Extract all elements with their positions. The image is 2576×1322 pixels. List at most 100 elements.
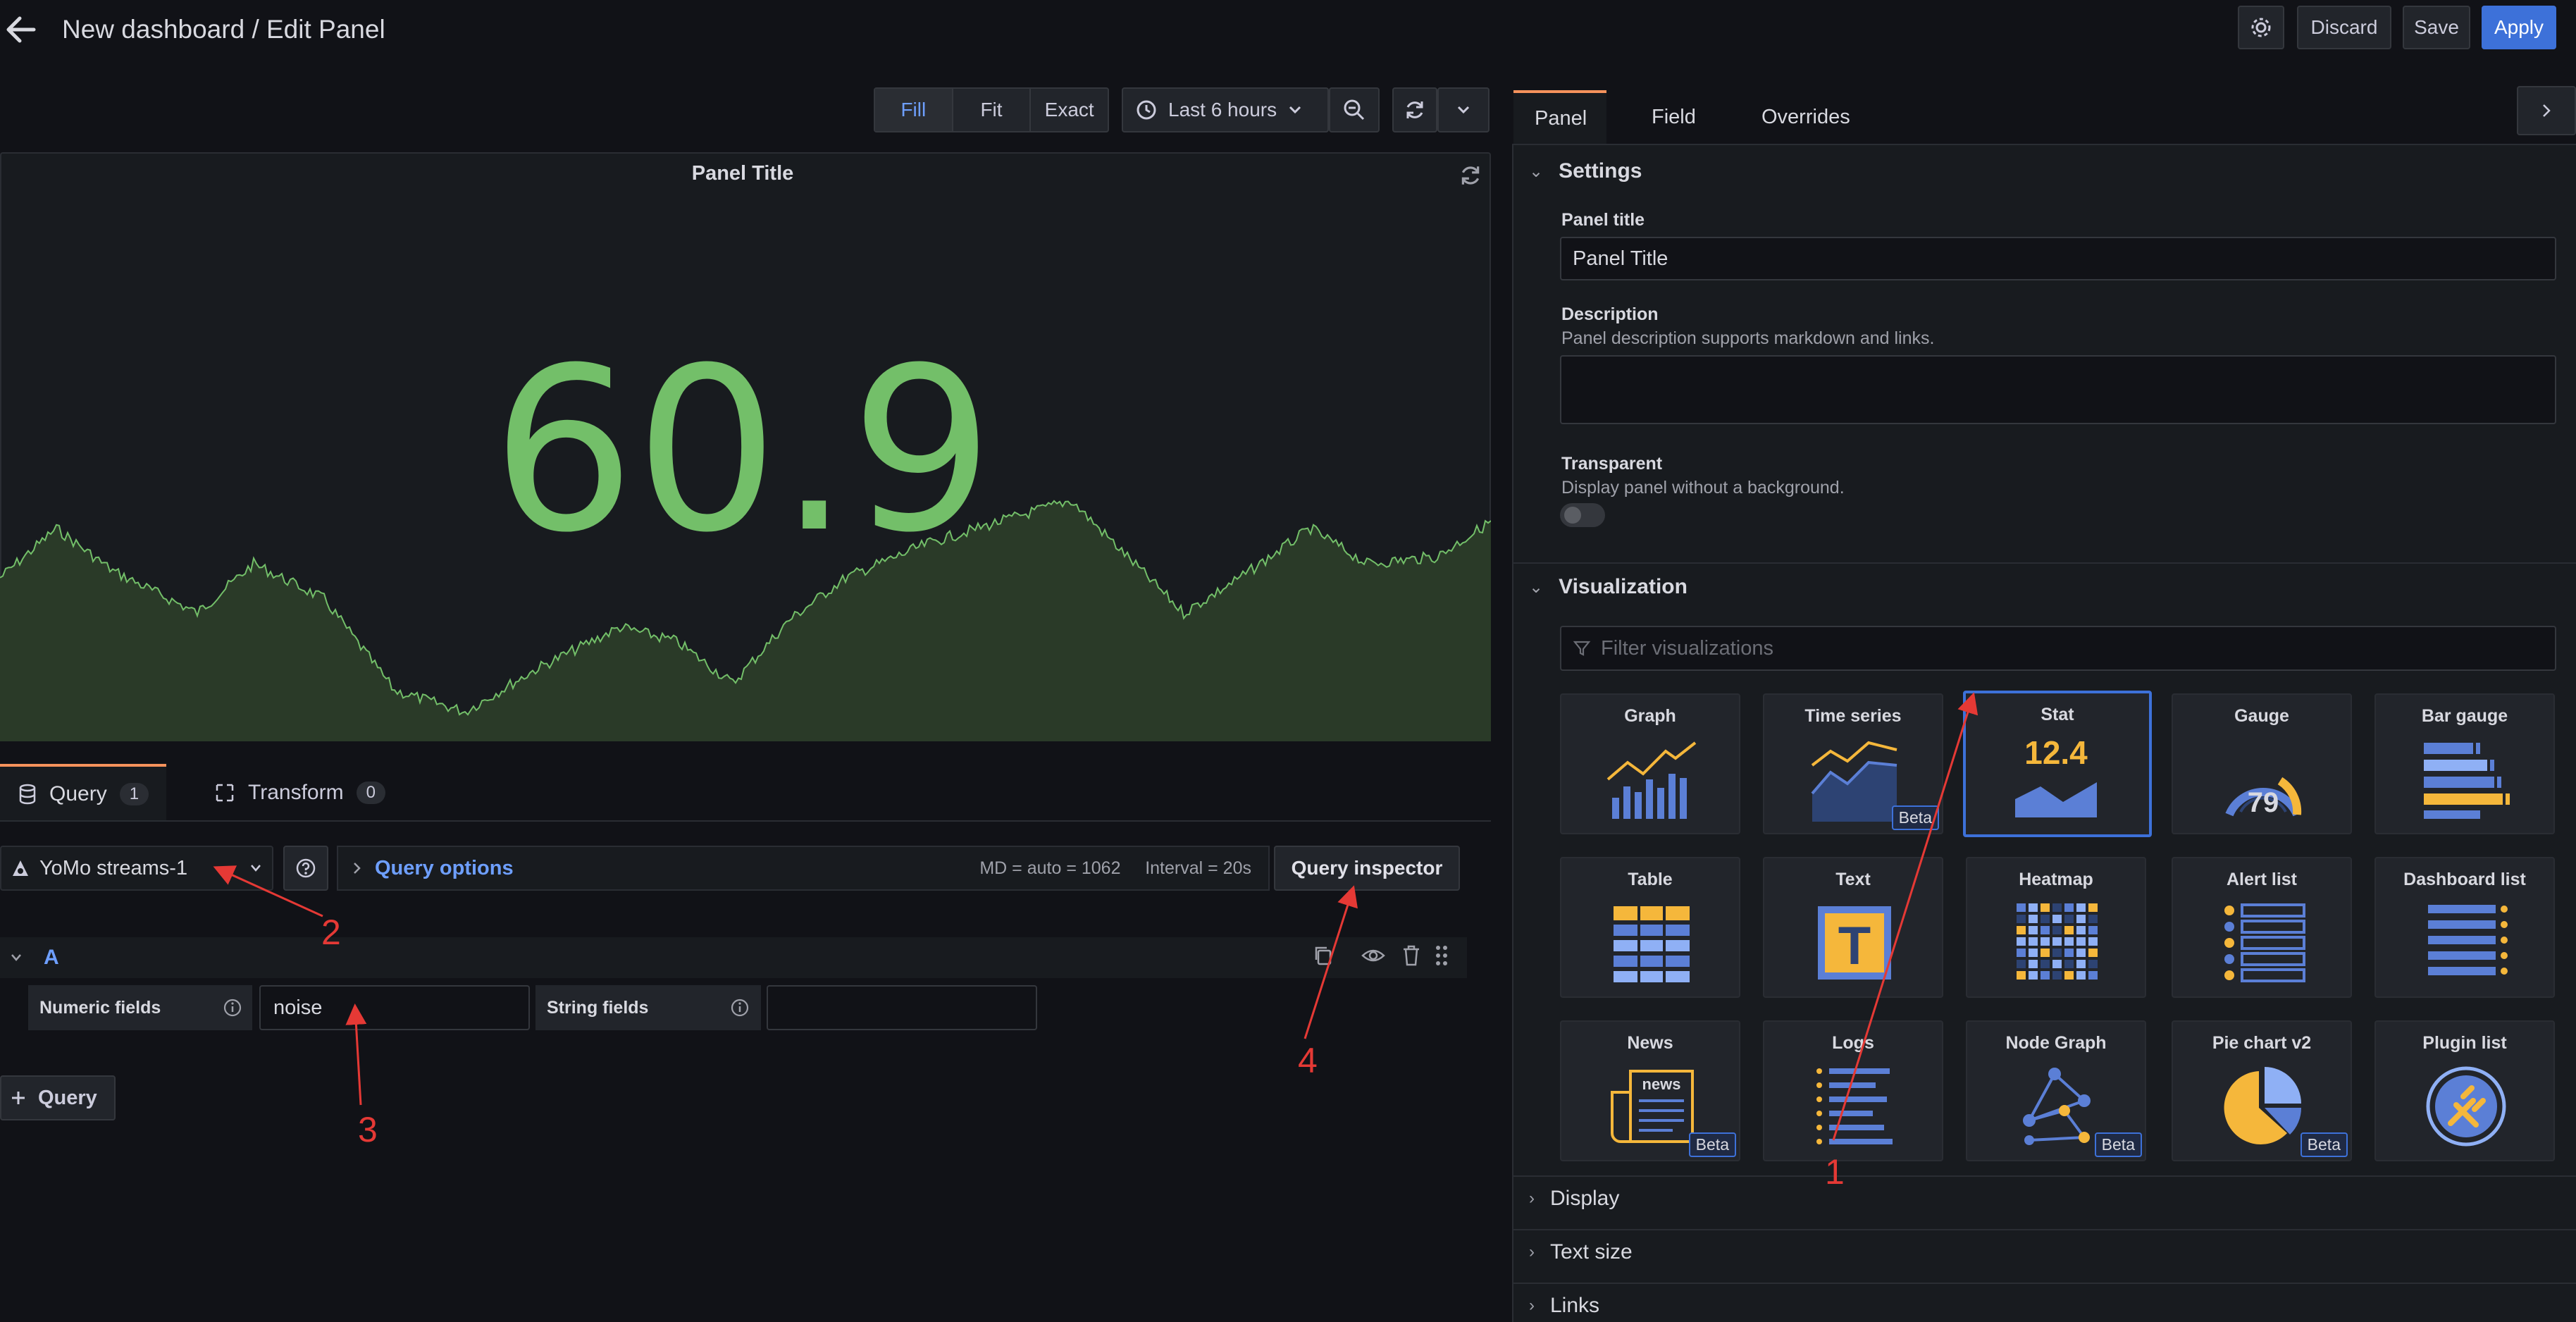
viz-card-heatmap[interactable]: Heatmap [1966, 857, 2146, 998]
chevron-right-icon [352, 861, 362, 875]
heatmap-icon-cell [2041, 971, 2050, 980]
viz-card-logs[interactable]: Logs [1763, 1020, 1943, 1161]
chevron-right-icon: › [1529, 1296, 1535, 1315]
heatmap-icon-cell [2017, 915, 2026, 923]
duplicate-query-icon[interactable] [1312, 944, 1337, 970]
tab-field[interactable]: Field [1652, 90, 1696, 144]
zoom-mode-fit[interactable]: Fit [953, 89, 1032, 131]
heatmap-icon-cell [2064, 949, 2074, 957]
links-section-header[interactable]: › Links [1529, 1294, 1599, 1318]
database-icon [18, 784, 37, 805]
tab-transform[interactable]: Transform 0 [200, 764, 397, 822]
description-textarea[interactable] [1560, 355, 2556, 424]
node-graph-icon [2023, 1068, 2091, 1145]
visualization-section-header[interactable]: ⌄ Visualization [1529, 575, 1688, 599]
heatmap-icon-cell [2088, 971, 2098, 980]
add-query-label: Query [38, 1086, 97, 1109]
drag-handle-icon[interactable] [1435, 944, 1460, 970]
text-size-section-header[interactable]: › Text size [1529, 1240, 1633, 1264]
time-range-picker[interactable]: Last 6 hours [1122, 87, 1329, 132]
settings-section-header[interactable]: ⌄ Settings [1529, 159, 1642, 183]
chevron-down-icon [249, 864, 262, 872]
datasource-help-button[interactable] [283, 846, 328, 891]
clock-icon [1136, 99, 1157, 121]
display-section-header[interactable]: › Display [1529, 1187, 1619, 1211]
logs-icon [1816, 1068, 1893, 1144]
viz-card-label: Bar gauge [2421, 706, 2508, 726]
zoom-mode-fill[interactable]: Fill [875, 89, 953, 131]
add-query-button[interactable]: Query [0, 1075, 116, 1120]
zoom-out-icon [1343, 99, 1366, 121]
string-fields-label-text: String fields [547, 997, 649, 1018]
text-icon: T [1818, 906, 1891, 980]
chevron-right-icon [2541, 103, 2551, 118]
zoom-mode-exact[interactable]: Exact [1031, 89, 1108, 131]
string-fields-input[interactable] [767, 985, 1037, 1030]
numeric-fields-label-text: Numeric fields [39, 997, 161, 1018]
viz-card-dashboard-list[interactable]: Dashboard list [2374, 857, 2555, 998]
heatmap-icon-cell [2088, 949, 2098, 957]
back-arrow-icon[interactable] [4, 16, 37, 44]
viz-card-time-series[interactable]: Time series Beta [1763, 693, 1943, 834]
datasource-logo-icon [11, 859, 30, 877]
viz-card-label: Heatmap [2019, 870, 2093, 889]
viz-card-plugin-list[interactable]: Plugin list [2374, 1020, 2555, 1161]
panel-refresh-icon[interactable] [1459, 163, 1484, 189]
annotation-number-1: 1 [1825, 1152, 1845, 1192]
beta-badge: Beta [1891, 805, 1939, 830]
links-heading: Links [1550, 1294, 1600, 1317]
heatmap-icon-cell [2029, 903, 2038, 912]
viz-card-gauge[interactable]: Gauge 79 [2172, 693, 2352, 834]
query-row-header[interactable]: A [0, 937, 1467, 978]
visualization-filter-input[interactable]: Filter visualizations [1560, 626, 2556, 671]
heatmap-icon-cell [2076, 960, 2086, 968]
transform-icon [214, 782, 235, 803]
heatmap-icon-cell [2029, 949, 2038, 957]
tab-overrides[interactable]: Overrides [1761, 90, 1850, 144]
visualization-heading: Visualization [1559, 575, 1688, 598]
description-help: Panel description supports markdown and … [1561, 328, 1935, 348]
collapse-options-button[interactable] [2517, 86, 2576, 135]
transparent-toggle[interactable] [1560, 503, 1605, 527]
refresh-button[interactable] [1392, 87, 1437, 132]
viz-card-node-graph[interactable]: Node Graph Beta [1966, 1020, 2146, 1161]
viz-card-label: Time series [1804, 706, 1902, 726]
tab-panel[interactable]: Panel [1513, 90, 1606, 144]
query-options-toggle[interactable]: Query options MD = auto = 1062 Interval … [337, 846, 1270, 891]
heatmap-icon [2017, 903, 2098, 980]
discard-button[interactable]: Discard [2297, 6, 2391, 49]
chevron-down-icon[interactable] [10, 953, 23, 962]
viz-card-bar-gauge[interactable]: Bar gauge [2374, 693, 2555, 834]
visualization-filter-placeholder: Filter visualizations [1601, 636, 1773, 660]
refresh-icon [1404, 99, 1426, 121]
trash-icon[interactable] [1401, 944, 1426, 970]
save-button[interactable]: Save [2403, 6, 2470, 49]
query-inspector-button[interactable]: Query inspector [1274, 846, 1460, 891]
alert-list-icon [2224, 903, 2305, 982]
heatmap-icon-cell [2076, 971, 2086, 980]
viz-card-alert-list[interactable]: Alert list [2172, 857, 2352, 998]
tab-query[interactable]: Query 1 [0, 764, 166, 822]
dashboard-settings-button[interactable] [2238, 6, 2284, 49]
query-options-label: Query options [375, 856, 514, 879]
numeric-fields-input[interactable]: noise [259, 985, 530, 1030]
chevron-down-icon [1456, 105, 1470, 115]
refresh-interval-dropdown[interactable] [1437, 87, 1490, 132]
heatmap-icon-cell [2052, 937, 2062, 946]
heatmap-icon-cell [2076, 903, 2086, 912]
zoom-out-button[interactable] [1329, 87, 1380, 132]
viz-card-graph[interactable]: Graph [1560, 693, 1740, 834]
viz-card-stat[interactable]: Stat 12.4 [1963, 691, 2152, 837]
viz-card-label: News [1627, 1033, 1673, 1053]
text-size-heading: Text size [1550, 1240, 1633, 1264]
heatmap-icon-cell [2088, 937, 2098, 946]
panel-title-input[interactable]: Panel Title [1560, 237, 2556, 280]
viz-card-pie-chart-v2[interactable]: Pie chart v2 Beta [2172, 1020, 2352, 1161]
section-divider [1513, 1283, 2576, 1284]
datasource-picker[interactable]: YoMo streams-1 [0, 846, 273, 891]
eye-icon[interactable] [1361, 944, 1387, 970]
apply-button[interactable]: Apply [2482, 6, 2556, 49]
viz-card-text[interactable]: Text T [1763, 857, 1943, 998]
viz-card-news[interactable]: News news Beta [1560, 1020, 1740, 1161]
viz-card-table[interactable]: Table [1560, 857, 1740, 998]
